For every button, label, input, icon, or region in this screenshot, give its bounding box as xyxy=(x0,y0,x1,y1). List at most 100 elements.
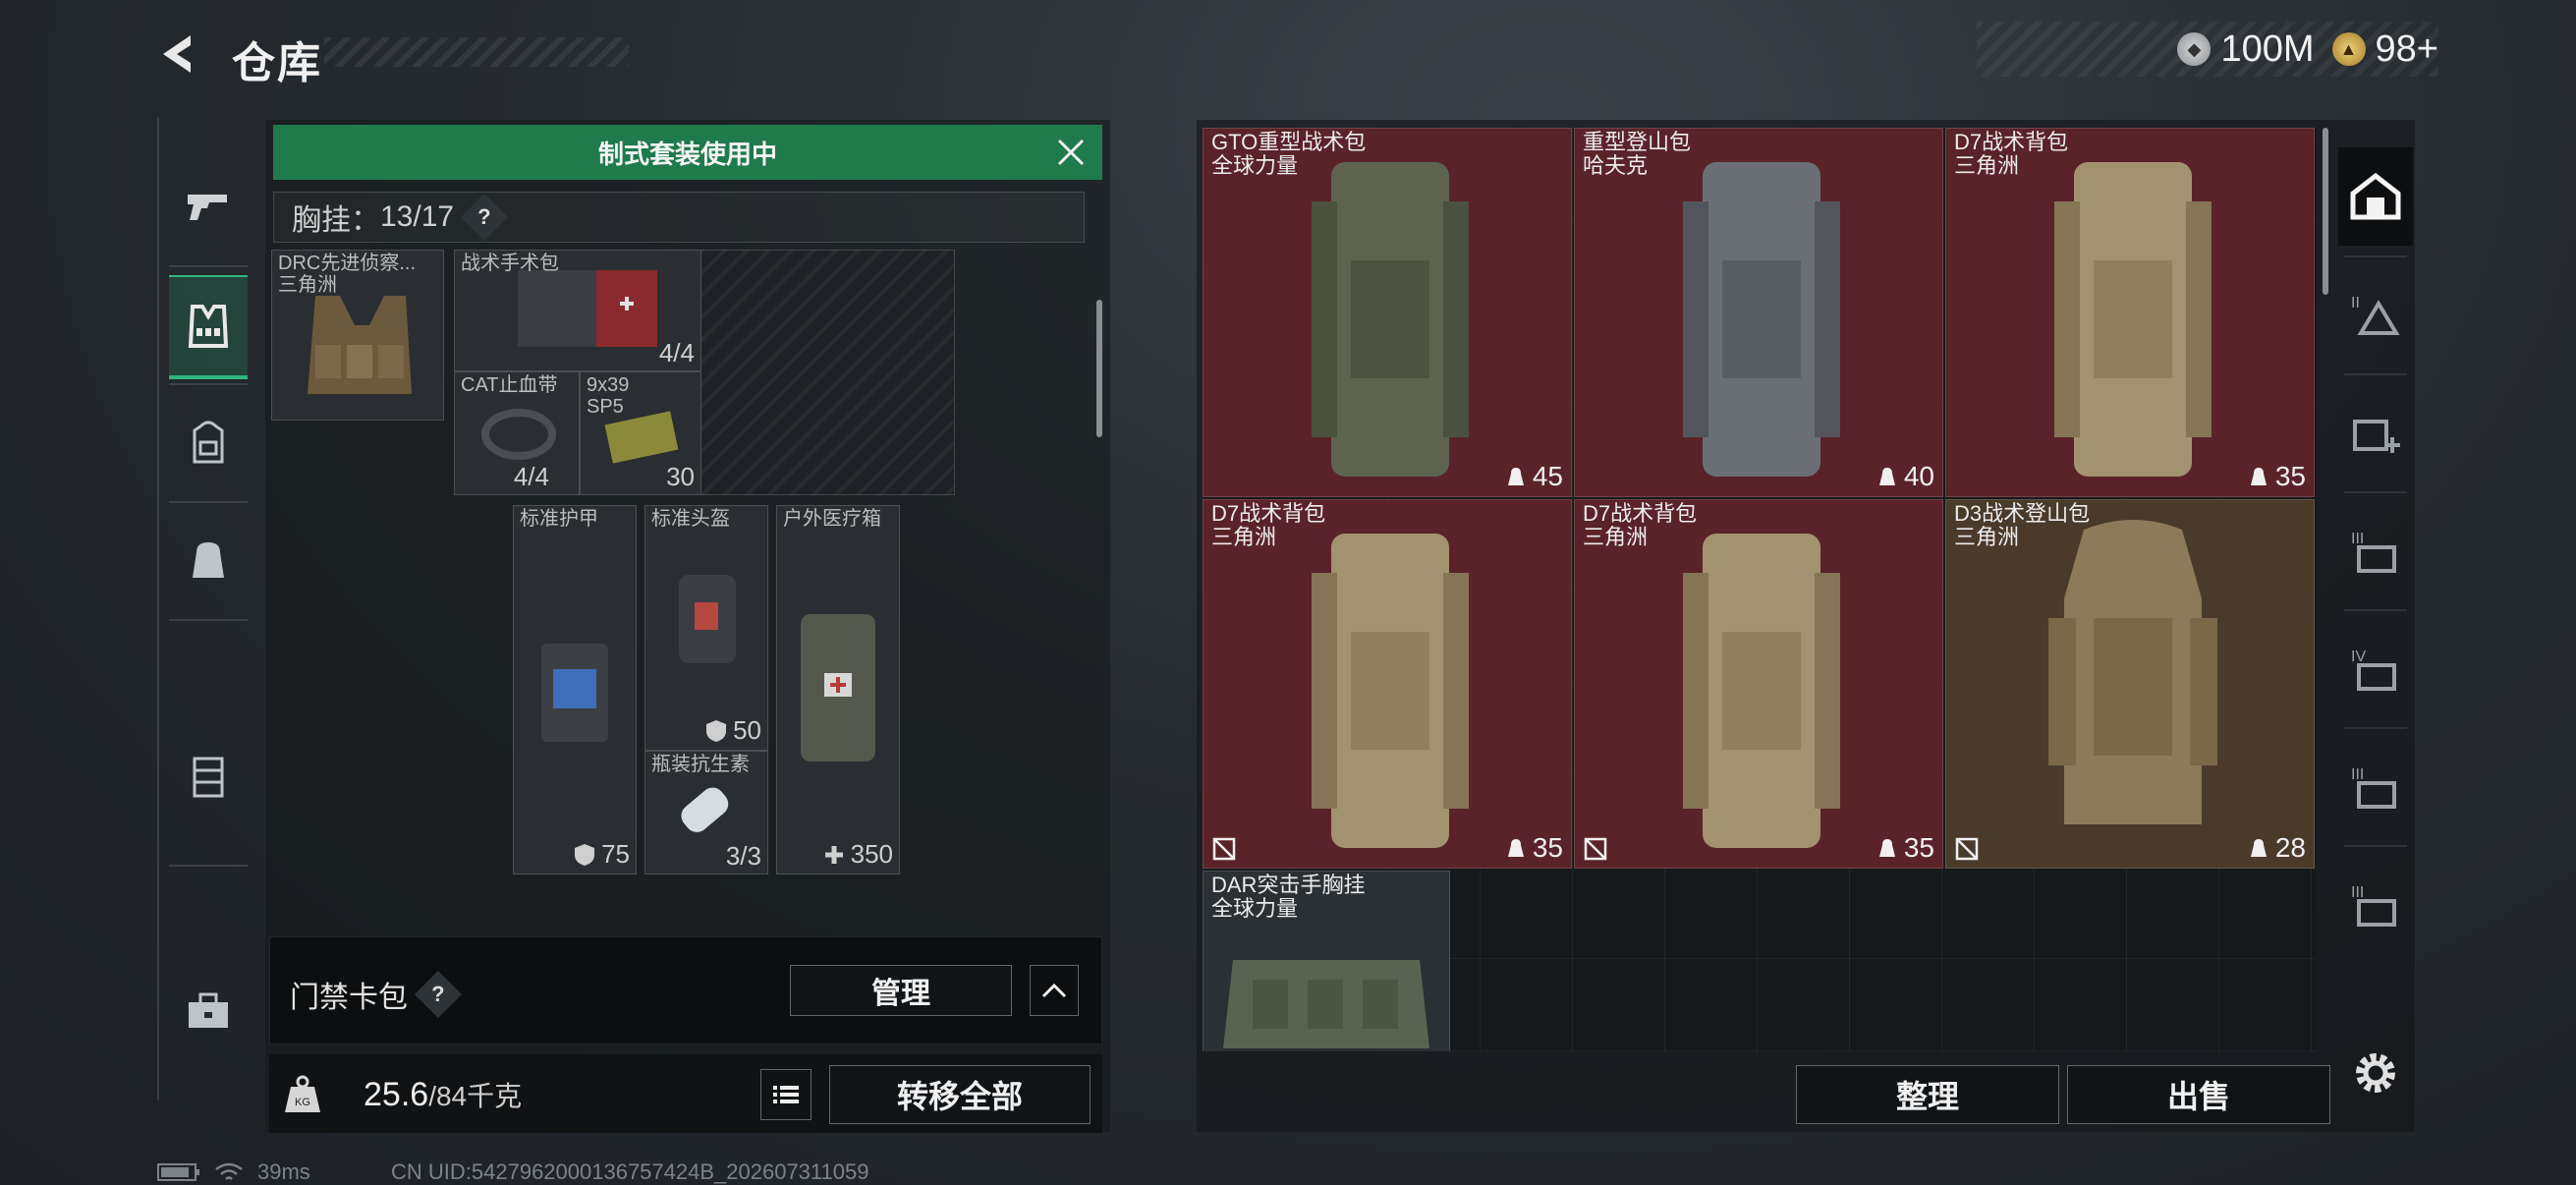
item-origin: 三角洲 xyxy=(1954,525,2020,549)
svg-text:III: III xyxy=(2351,884,2364,901)
armor-slot[interactable]: 标准护甲 75 xyxy=(513,505,637,875)
item-capacity: 40 xyxy=(1876,461,1934,492)
durability: 75 xyxy=(574,839,630,870)
item-capacity: 35 xyxy=(1505,832,1563,864)
backpack-image xyxy=(2048,520,2217,824)
item-name: D7战术背包 xyxy=(1211,501,1326,526)
chest-rig-image xyxy=(308,296,412,394)
list-icon xyxy=(773,1086,799,1103)
item-name: 瓶装抗生素 xyxy=(651,754,750,775)
nav-toolbox[interactable] xyxy=(169,963,248,1061)
item-name: 标准护甲 xyxy=(520,508,598,530)
nav-backpack[interactable] xyxy=(169,393,248,491)
nav-chest-rig[interactable] xyxy=(169,275,248,379)
storage-icon xyxy=(2350,172,2401,220)
locked-icon xyxy=(1584,837,1607,861)
list-view-button[interactable] xyxy=(760,1069,812,1120)
rig-item-slot[interactable]: DRC先进侦察... 三角洲 xyxy=(271,250,444,421)
gold-currency[interactable]: ▲ 98+ xyxy=(2331,28,2438,71)
rig-capacity-bar: 胸挂： 13/17 ? xyxy=(273,192,1085,243)
stash-grid: GTO重型战术包 全球力量 45 重型登山包 哈夫克 40 D7战术背包 三角洲… xyxy=(1203,128,2317,1051)
settings-button[interactable] xyxy=(2348,1045,2403,1100)
stash-item[interactable]: D3战术登山包 三角洲 28 xyxy=(1945,499,2315,869)
stash-tab-4[interactable]: IV xyxy=(2338,619,2413,717)
backpack-image xyxy=(1683,534,1840,848)
back-button[interactable] xyxy=(155,29,204,79)
silver-amount: 100M xyxy=(2220,28,2315,70)
inventory-slot[interactable]: 战术手术包 4/4 xyxy=(454,250,701,371)
sell-button[interactable]: 出售 xyxy=(2067,1065,2330,1124)
stash-tab-5[interactable]: III xyxy=(2338,737,2413,835)
item-capacity: 35 xyxy=(2248,461,2306,492)
item-origin: 三角洲 xyxy=(1211,525,1277,549)
stash-item[interactable]: GTO重型战术包 全球力量 45 xyxy=(1203,128,1572,497)
item-name: 9x39 xyxy=(587,374,630,396)
tier-IV-icon: IV xyxy=(2351,649,2396,691)
gear-icon xyxy=(2356,1053,2395,1093)
item-name: 户外医疗箱 xyxy=(783,508,881,530)
item-name: 标准头盔 xyxy=(651,508,730,530)
rig-capacity: 13/17 xyxy=(380,200,455,233)
locked-icon xyxy=(1955,837,1979,861)
inventory-slot[interactable]: 瓶装抗生素 3/3 xyxy=(644,751,768,875)
nav-bag[interactable] xyxy=(169,511,248,609)
stash-item[interactable]: 重型登山包 哈夫克 40 xyxy=(1574,128,1943,497)
item-name: D7战术背包 xyxy=(1954,130,2069,154)
nav-weapons[interactable] xyxy=(169,157,248,255)
preset-banner: 制式套装使用中 xyxy=(273,125,1102,180)
close-icon[interactable] xyxy=(1051,133,1091,172)
capacity-icon xyxy=(1507,468,1524,485)
shield-icon xyxy=(706,719,727,742)
help-icon[interactable]: ? xyxy=(414,970,463,1019)
medkit-slot[interactable]: 户外医疗箱 350 xyxy=(776,505,900,875)
helmet-slot[interactable]: 标准头盔 50 xyxy=(644,505,768,751)
tourniquet-image xyxy=(481,409,556,460)
capacity-icon xyxy=(2250,839,2267,857)
medkit-hp: 350 xyxy=(823,839,893,870)
title-decoration xyxy=(324,37,629,67)
inventory-slot[interactable]: 9x39 SP5 30 xyxy=(580,371,701,495)
capacity-icon xyxy=(2250,468,2267,485)
inventory-slot[interactable]: CAT止血带 4/4 xyxy=(454,371,580,495)
sort-button[interactable]: 整理 xyxy=(1796,1065,2059,1124)
item-origin: 全球力量 xyxy=(1211,153,1299,178)
stash-item[interactable]: D7战术背包 三角洲 35 xyxy=(1574,499,1943,869)
help-icon[interactable]: ? xyxy=(461,193,509,242)
capacity-icon xyxy=(1507,839,1524,857)
stash-tab-main[interactable] xyxy=(2338,147,2413,246)
durability: 50 xyxy=(705,715,761,746)
stash-tab-add[interactable] xyxy=(2338,383,2413,481)
stash-tab-3[interactable]: III xyxy=(2338,501,2413,599)
stash-item[interactable]: D7战术背包 三角洲 35 xyxy=(1945,128,2315,497)
manage-button[interactable]: 管理 xyxy=(790,965,1012,1016)
capacity-icon xyxy=(1878,839,1895,857)
item-name: 战术手术包 xyxy=(461,253,559,274)
battery-icon xyxy=(157,1163,199,1181)
backpack-image xyxy=(1312,162,1469,477)
item-quantity: 4/4 xyxy=(658,338,695,367)
page-title: 仓库 xyxy=(232,39,322,87)
tier-III-b-icon: III xyxy=(2351,766,2396,809)
stash-tab-2[interactable]: II xyxy=(2338,265,2413,364)
silver-currency[interactable]: ◆ 100M xyxy=(2177,28,2315,71)
stash-tab-6[interactable]: III xyxy=(2338,855,2413,953)
item-capacity: 28 xyxy=(2248,832,2306,864)
expand-button[interactable] xyxy=(1030,965,1079,1016)
antibiotics-image xyxy=(681,787,729,832)
back-arrow-icon xyxy=(163,35,191,73)
nav-container[interactable] xyxy=(169,727,248,825)
transfer-all-button[interactable]: 转移全部 xyxy=(829,1065,1091,1124)
backpack-image xyxy=(1312,534,1469,848)
stash-scrollbar[interactable] xyxy=(2323,128,2328,295)
surgical-kit-image xyxy=(518,270,657,347)
tier-II-icon: II xyxy=(2351,295,2400,335)
stash-item[interactable]: D7战术背包 三角洲 35 xyxy=(1203,499,1572,869)
left-scrollbar[interactable] xyxy=(1096,300,1102,437)
stash-item[interactable]: DAR突击手胸挂 全球力量 xyxy=(1203,871,1450,1051)
shield-icon xyxy=(575,843,595,866)
item-name: CAT止血带 xyxy=(461,374,558,396)
rig-label: 胸挂： xyxy=(292,204,380,237)
plus-icon xyxy=(824,845,843,864)
item-name: DAR突击手胸挂 xyxy=(1211,873,1366,897)
preset-banner-text: 制式套装使用中 xyxy=(597,139,777,169)
